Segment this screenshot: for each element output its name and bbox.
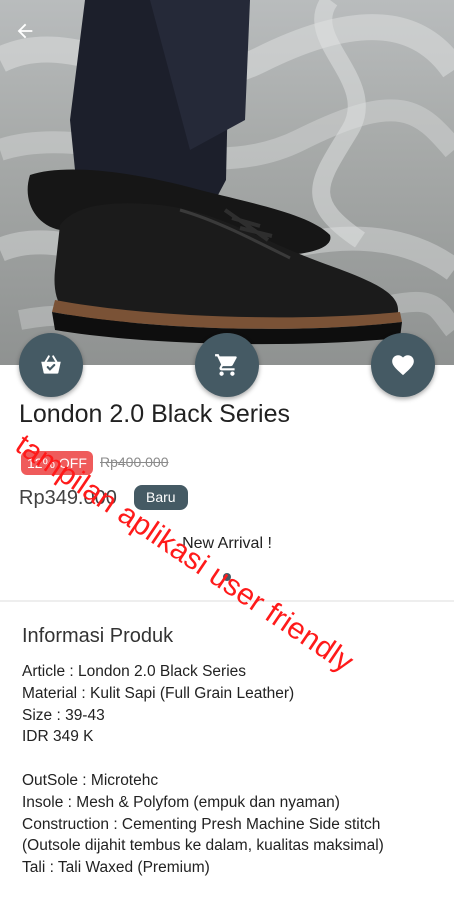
favorite-button[interactable] bbox=[371, 333, 435, 397]
product-title: London 2.0 Black Series bbox=[19, 400, 291, 428]
basket-check-icon bbox=[41, 355, 61, 374]
heart-icon bbox=[392, 355, 414, 376]
product-tagline: New Arrival ! bbox=[182, 535, 272, 552]
back-button[interactable] bbox=[14, 20, 52, 58]
description-spacer bbox=[22, 748, 442, 770]
product-description: Article : London 2.0 Black Series Materi… bbox=[22, 661, 442, 879]
description-line: Article : London 2.0 Black Series bbox=[22, 663, 247, 680]
shopping-cart-icon bbox=[215, 354, 237, 376]
description-line: OutSole : Microtehc bbox=[22, 771, 159, 789]
add-to-cart-button[interactable] bbox=[195, 333, 259, 397]
arrow-left-icon bbox=[17, 23, 33, 39]
original-price: Rp400.000 bbox=[100, 454, 169, 470]
description-line: Material : Kulit Sapi (Full Grain Leathe… bbox=[22, 684, 295, 702]
info-heading: Informasi Produk bbox=[22, 625, 174, 647]
buy-now-button[interactable] bbox=[19, 333, 83, 397]
description-line: Insole : Mesh & Polyfom (empuk dan nyama… bbox=[22, 793, 340, 811]
description-line: Construction : Cementing Presh Machine S… bbox=[22, 815, 384, 855]
shoe-photo-illustration bbox=[0, 0, 454, 345]
description-line: IDR 349 K bbox=[22, 728, 94, 746]
product-image bbox=[0, 0, 454, 365]
description-line: Size : 39-43 bbox=[22, 706, 105, 724]
description-line: Tali : Tali Waxed (Premium) bbox=[22, 859, 210, 877]
